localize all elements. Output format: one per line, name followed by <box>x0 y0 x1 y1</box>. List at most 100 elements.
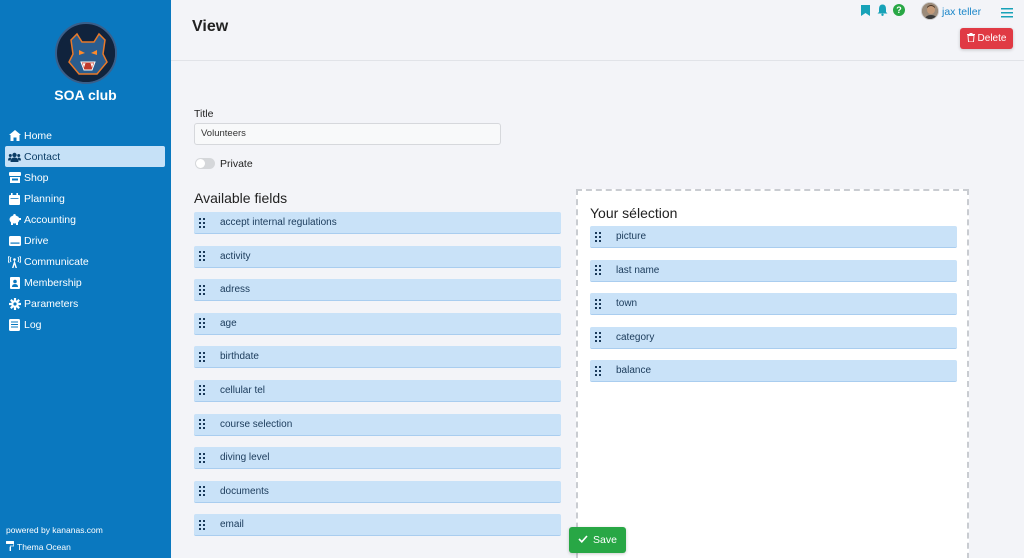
drag-handle-icon[interactable] <box>199 318 208 329</box>
sidebar-item-accounting[interactable]: Accounting <box>5 209 165 230</box>
sidebar-item-planning[interactable]: Planning <box>5 188 165 209</box>
bell-icon[interactable] <box>876 4 888 16</box>
page-title: View <box>192 18 229 35</box>
gear-icon <box>8 297 21 310</box>
sidebar-item-label: Drive <box>24 234 49 247</box>
save-button[interactable]: Save <box>569 527 626 553</box>
club-name: SOA club <box>54 87 117 103</box>
field-label: last name <box>616 264 660 276</box>
field-item[interactable]: age <box>194 312 561 335</box>
field-item[interactable]: email <box>194 514 561 537</box>
sidebar-item-label: Accounting <box>24 213 76 226</box>
sidebar-item-label: Parameters <box>24 297 79 310</box>
sidebar-nav: Home Contact Shop Planning Accounting Dr… <box>5 125 165 335</box>
piggy-bank-icon <box>8 214 21 226</box>
sidebar-item-label: Contact <box>24 150 61 163</box>
drag-handle-icon[interactable] <box>199 251 208 262</box>
drag-handle-icon[interactable] <box>595 298 604 309</box>
check-icon <box>578 534 588 546</box>
sidebar-item-shop[interactable]: Shop <box>5 167 165 188</box>
sidebar-item-contact[interactable]: Contact <box>5 146 165 167</box>
field-item[interactable]: birthdate <box>194 346 561 369</box>
sidebar-item-label: Membership <box>24 276 82 289</box>
sidebar-item-log[interactable]: Log <box>5 314 165 335</box>
svg-text:?: ? <box>896 5 902 15</box>
field-item[interactable]: cellular tel <box>194 379 561 402</box>
field-item[interactable]: category <box>590 326 957 349</box>
theme-selector[interactable]: Thema Ocean <box>6 541 71 553</box>
hamburger-menu-icon[interactable] <box>1001 5 1013 18</box>
field-label: course selection <box>220 418 293 430</box>
selection-dropzone[interactable]: Your sélection picture last name town categ… <box>576 189 969 558</box>
field-item[interactable]: last name <box>590 259 957 282</box>
field-label: category <box>616 331 655 343</box>
header-icons: ? <box>859 4 905 16</box>
field-label: town <box>616 298 638 310</box>
drive-icon <box>8 235 21 247</box>
field-label: documents <box>220 485 269 497</box>
field-item[interactable]: activity <box>194 245 561 268</box>
title-input[interactable]: Volunteers <box>194 123 501 145</box>
sidebar: SOA club Home Contact Shop Planning Acco… <box>0 0 171 558</box>
field-item[interactable]: town <box>590 293 957 316</box>
private-label: Private <box>220 158 253 170</box>
title-label: Title <box>194 108 214 120</box>
delete-label: Delete <box>977 33 1007 44</box>
bookmark-icon[interactable] <box>859 4 871 16</box>
drag-handle-icon[interactable] <box>595 365 604 376</box>
selection-title: Your sélection <box>590 205 678 221</box>
drag-handle-icon[interactable] <box>199 519 208 530</box>
shop-icon <box>8 172 21 184</box>
avatar[interactable] <box>921 2 939 20</box>
field-label: email <box>220 519 244 531</box>
club-logo[interactable] <box>55 22 117 84</box>
users-icon <box>8 151 21 163</box>
sidebar-item-communicate[interactable]: Communicate <box>5 251 165 272</box>
field-item[interactable]: balance <box>590 360 957 383</box>
broadcast-icon <box>8 255 21 268</box>
field-label: adress <box>220 284 251 296</box>
sidebar-item-label: Planning <box>24 192 65 205</box>
field-item[interactable]: documents <box>194 480 561 503</box>
field-item[interactable]: diving level <box>194 447 561 470</box>
drag-handle-icon[interactable] <box>595 231 604 242</box>
username-link[interactable]: jax teller <box>942 6 981 18</box>
drag-handle-icon[interactable] <box>199 486 208 497</box>
drag-handle-icon[interactable] <box>199 385 208 396</box>
drag-handle-icon[interactable] <box>199 217 208 228</box>
paint-roller-icon <box>6 541 15 553</box>
home-icon <box>8 130 21 142</box>
field-item[interactable]: picture <box>590 226 957 248</box>
private-toggle[interactable] <box>195 158 215 169</box>
drag-handle-icon[interactable] <box>595 265 604 276</box>
sidebar-item-label: Log <box>24 318 42 331</box>
drag-handle-icon[interactable] <box>199 351 208 362</box>
delete-button[interactable]: Delete <box>960 28 1013 49</box>
sidebar-item-label: Home <box>24 129 53 142</box>
field-item[interactable]: course selection <box>194 413 561 436</box>
field-label: activity <box>220 250 251 262</box>
save-label: Save <box>593 534 617 546</box>
sidebar-item-label: Shop <box>24 171 49 184</box>
drag-handle-icon[interactable] <box>199 452 208 463</box>
sidebar-item-parameters[interactable]: Parameters <box>5 293 165 314</box>
field-label: diving level <box>220 452 270 464</box>
help-icon[interactable]: ? <box>893 4 905 16</box>
drag-handle-icon[interactable] <box>595 332 604 343</box>
sidebar-item-membership[interactable]: Membership <box>5 272 165 293</box>
drag-handle-icon[interactable] <box>199 419 208 430</box>
available-fields-list: accept internal regulations activity adres… <box>194 212 561 537</box>
drag-handle-icon[interactable] <box>199 284 208 295</box>
field-label: balance <box>616 365 652 377</box>
available-fields-title: Available fields <box>194 190 288 206</box>
sidebar-item-label: Communicate <box>24 255 89 268</box>
powered-by-text[interactable]: powered by kananas.com <box>6 525 103 535</box>
trash-icon <box>966 32 975 45</box>
sidebar-item-drive[interactable]: Drive <box>5 230 165 251</box>
field-label: accept internal regulations <box>220 217 337 228</box>
header: View ? jax teller Delete <box>171 0 1024 61</box>
field-item[interactable]: accept internal regulations <box>194 212 561 234</box>
field-item[interactable]: adress <box>194 279 561 302</box>
field-label: birthdate <box>220 351 259 363</box>
sidebar-item-home[interactable]: Home <box>5 125 165 146</box>
